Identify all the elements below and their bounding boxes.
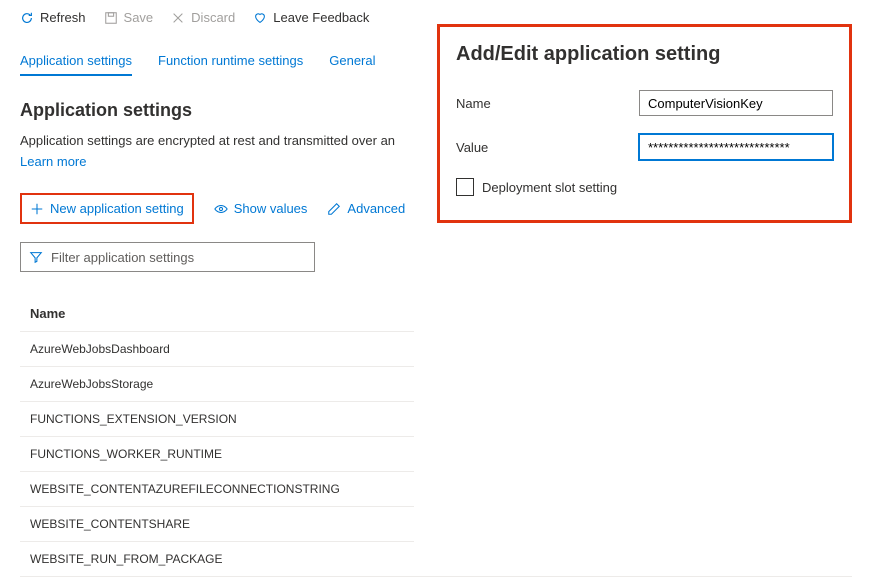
edit-icon — [327, 202, 341, 216]
advanced-button[interactable]: Advanced — [327, 201, 405, 216]
table-row[interactable]: FUNCTIONS_EXTENSION_VERSION — [20, 402, 852, 437]
refresh-label: Refresh — [40, 10, 86, 25]
tab-application-settings[interactable]: Application settings — [20, 53, 132, 76]
column-header-name: Name — [20, 296, 852, 332]
tab-runtime-settings[interactable]: Function runtime settings — [158, 53, 303, 76]
new-application-setting-button[interactable]: New application setting — [30, 201, 184, 216]
value-field-input[interactable] — [639, 134, 833, 160]
table-row[interactable]: WEBSITE_CONTENTSHARE — [20, 507, 852, 542]
tab-general[interactable]: General — [329, 53, 375, 76]
feedback-button[interactable]: Leave Feedback — [253, 10, 369, 25]
table-row[interactable]: WEBSITE_CONTENTAZUREFILECONNECTIONSTRING — [20, 472, 852, 507]
filter-input-wrapper[interactable] — [20, 242, 315, 272]
new-setting-highlight: New application setting — [20, 193, 194, 224]
learn-more-link[interactable]: Learn more — [0, 152, 106, 187]
deployment-slot-checkbox-row[interactable]: Deployment slot setting — [456, 178, 833, 196]
save-label: Save — [124, 10, 154, 25]
name-field-label: Name — [456, 96, 639, 111]
new-setting-label: New application setting — [50, 201, 184, 216]
eye-icon — [214, 202, 228, 216]
add-edit-setting-panel: Add/Edit application setting Name Value … — [437, 24, 852, 223]
show-values-button[interactable]: Show values — [214, 201, 308, 216]
panel-title: Add/Edit application setting — [456, 43, 833, 66]
refresh-button[interactable]: Refresh — [20, 10, 86, 25]
table-row[interactable]: AzureWebJobsStorage — [20, 367, 852, 402]
checkbox-icon[interactable] — [456, 178, 474, 196]
advanced-label: Advanced — [347, 201, 405, 216]
table-row[interactable]: AzureWebJobsDashboard — [20, 332, 852, 367]
save-button[interactable]: Save — [104, 10, 154, 25]
feedback-label: Leave Feedback — [273, 10, 369, 25]
filter-input[interactable] — [51, 250, 306, 265]
discard-icon — [171, 11, 185, 25]
settings-table: Name AzureWebJobsDashboard AzureWebJobsS… — [0, 284, 872, 577]
save-icon — [104, 11, 118, 25]
value-field-label: Value — [456, 140, 639, 155]
discard-label: Discard — [191, 10, 235, 25]
name-field-input[interactable] — [639, 90, 833, 116]
table-row[interactable]: WEBSITE_RUN_FROM_PACKAGE — [20, 542, 852, 577]
heart-icon — [253, 11, 267, 25]
discard-button[interactable]: Discard — [171, 10, 235, 25]
refresh-icon — [20, 11, 34, 25]
deployment-slot-label: Deployment slot setting — [482, 180, 617, 195]
table-row[interactable]: FUNCTIONS_WORKER_RUNTIME — [20, 437, 852, 472]
show-values-label: Show values — [234, 201, 308, 216]
plus-icon — [30, 202, 44, 216]
filter-icon — [29, 250, 43, 264]
